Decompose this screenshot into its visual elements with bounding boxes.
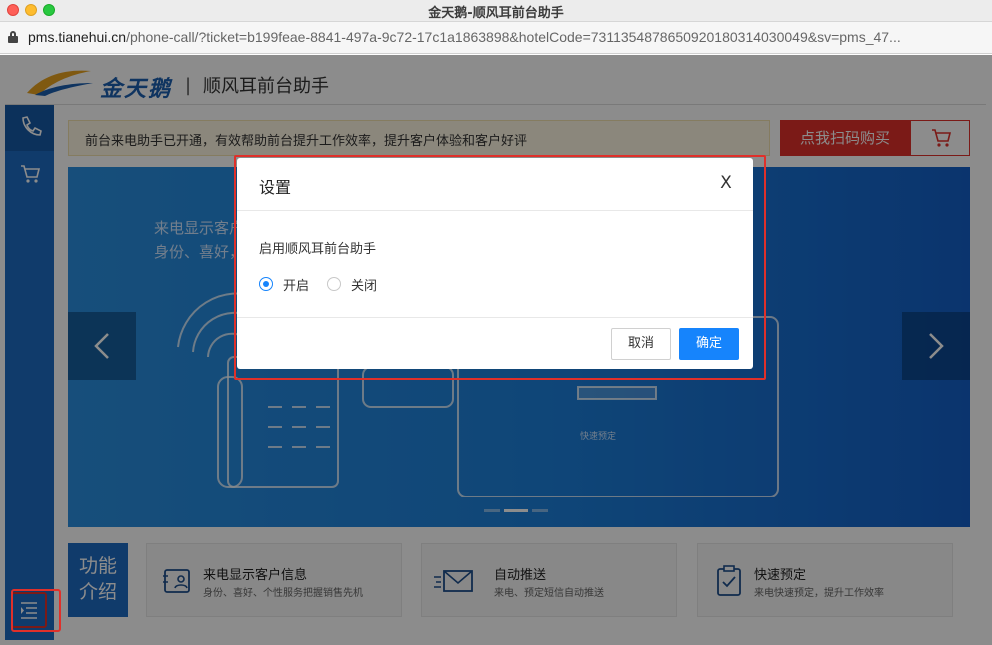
radio-enable-off[interactable]: 关闭 <box>327 275 397 294</box>
menu-toggle-highlight <box>11 589 61 632</box>
address-bar[interactable]: pms.tianehui.cn/phone-call/?ticket=b199f… <box>0 22 992 54</box>
url-path: /phone-call/?ticket=b199feae-8841-497a-9… <box>126 29 901 45</box>
dialog-header: 设置 X <box>237 158 753 211</box>
close-icon[interactable]: X <box>715 172 737 194</box>
dialog-title: 设置 <box>259 178 292 197</box>
radio-enable-on[interactable]: 开启 <box>259 275 329 294</box>
confirm-button[interactable]: 确定 <box>679 328 739 360</box>
radio-label: 关闭 <box>351 279 378 294</box>
radio-label: 开启 <box>283 279 310 294</box>
radio-off-icon[interactable] <box>327 277 341 291</box>
radio-on-icon[interactable] <box>259 277 273 291</box>
enable-assistant-label: 启用顺风耳前台助手 <box>259 242 377 257</box>
url-host: pms.tianehui.cn <box>28 29 127 45</box>
window-titlebar: 金天鹅-顺风耳前台助手 <box>0 0 992 22</box>
url-text[interactable]: pms.tianehui.cn/phone-call/?ticket=b199f… <box>28 29 901 45</box>
lock-icon <box>8 31 18 43</box>
cancel-button[interactable]: 取消 <box>611 328 671 360</box>
settings-dialog: 设置 X 启用顺风耳前台助手 开启 关闭 取消 确定 <box>237 158 753 369</box>
dialog-footer: 取消 确定 <box>237 317 753 369</box>
window-title: 金天鹅-顺风耳前台助手 <box>428 6 564 21</box>
